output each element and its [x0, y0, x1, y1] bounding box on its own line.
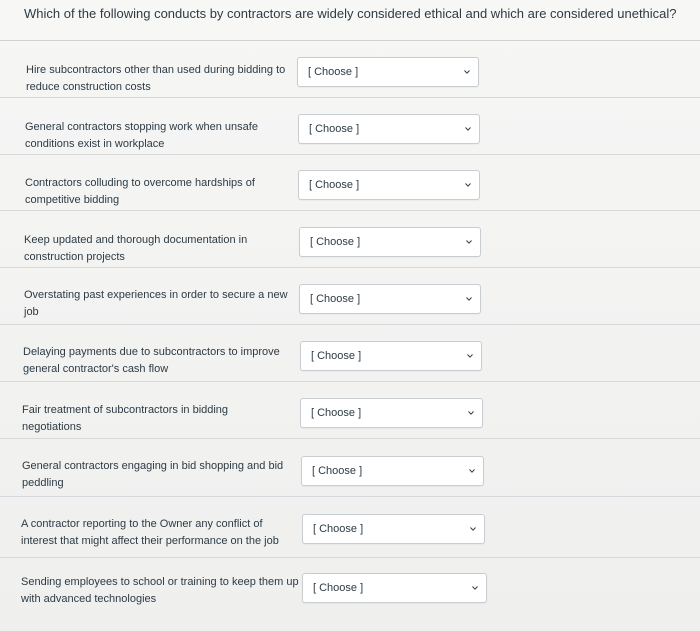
select-value: [ Choose ] [311, 407, 362, 419]
statement-label: Hire subcontractors other than used duri… [26, 64, 286, 93]
statement-label: Contractors colluding to overcome hardsh… [25, 177, 255, 206]
chevron-down-icon [465, 127, 471, 131]
answer-select[interactable]: [ Choose ] [302, 514, 485, 544]
chevron-down-icon [467, 354, 473, 358]
match-row: General contractors stopping work when u… [0, 97, 700, 155]
answer-select[interactable]: [ Choose ] [299, 284, 481, 314]
match-row: Contractors colluding to overcome hardsh… [0, 154, 700, 211]
chevron-down-icon [464, 70, 470, 74]
match-row: Fair treatment of subcontractors in bidd… [0, 381, 700, 439]
answer-select[interactable]: [ Choose ] [299, 227, 481, 257]
answer-select[interactable]: [ Choose ] [300, 341, 482, 371]
chevron-down-icon [465, 183, 471, 187]
answer-select[interactable]: [ Choose ] [300, 398, 483, 428]
match-row: Delaying payments due to subcontractors … [0, 324, 700, 382]
chevron-down-icon [469, 469, 475, 473]
statement-label: A contractor reporting to the Owner any … [21, 518, 279, 547]
chevron-down-icon [470, 527, 476, 531]
select-value: [ Choose ] [313, 582, 364, 594]
match-row: Sending employees to school or training … [0, 557, 700, 629]
statement-label: Keep updated and thorough documentation … [24, 234, 248, 263]
chevron-down-icon [466, 297, 472, 301]
select-value: [ Choose ] [310, 236, 361, 248]
statement-label: General contractors engaging in bid shop… [22, 460, 284, 489]
answer-select[interactable]: [ Choose ] [297, 57, 479, 87]
select-value: [ Choose ] [309, 179, 360, 191]
answer-select[interactable]: [ Choose ] [298, 114, 480, 144]
select-value: [ Choose ] [310, 293, 361, 305]
statement-label: Sending employees to school or training … [21, 576, 299, 605]
answer-select[interactable]: [ Choose ] [301, 456, 484, 486]
chevron-down-icon [468, 411, 474, 415]
match-row: Hire subcontractors other than used duri… [0, 41, 700, 98]
select-value: [ Choose ] [309, 123, 360, 135]
question-header: Which of the following conducts by contr… [0, 0, 700, 41]
answer-select[interactable]: [ Choose ] [298, 170, 480, 200]
select-value: [ Choose ] [313, 523, 364, 535]
match-row: Keep updated and thorough documentation … [0, 210, 700, 268]
question-prompt: Which of the following conducts by contr… [24, 6, 677, 21]
statement-label: Fair treatment of subcontractors in bidd… [22, 404, 229, 433]
statement-label: General contractors stopping work when u… [25, 121, 258, 150]
match-row: General contractors engaging in bid shop… [0, 438, 700, 497]
chevron-down-icon [472, 586, 478, 590]
statement-label: Overstating past experiences in order to… [24, 289, 288, 318]
statement-label: Delaying payments due to subcontractors … [23, 346, 280, 375]
chevron-down-icon [466, 240, 472, 244]
select-value: [ Choose ] [311, 350, 362, 362]
match-row: Overstating past experiences in order to… [0, 267, 700, 325]
match-row: A contractor reporting to the Owner any … [0, 496, 700, 558]
question-panel: Which of the following conducts by contr… [0, 0, 700, 631]
answer-select[interactable]: [ Choose ] [302, 573, 487, 603]
select-value: [ Choose ] [308, 66, 359, 78]
select-value: [ Choose ] [312, 465, 363, 477]
